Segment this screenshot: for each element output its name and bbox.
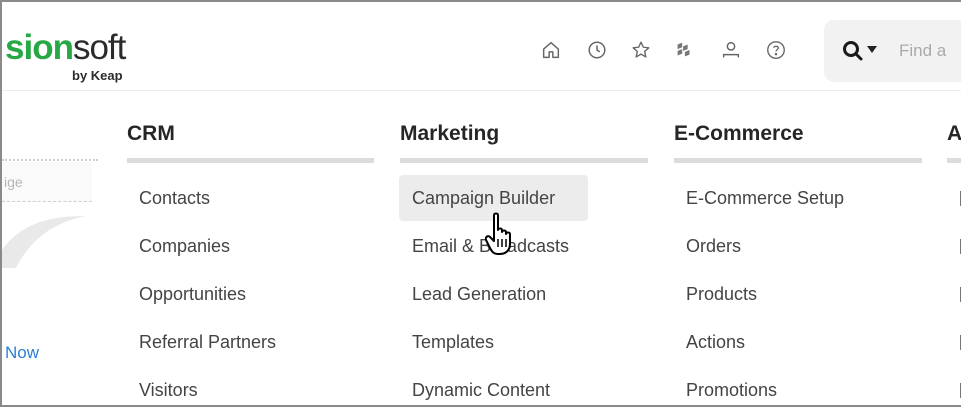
left-input-field[interactable] [2, 162, 92, 202]
search-box[interactable] [824, 20, 961, 82]
top-header: sionsoft by Keap [2, 2, 961, 91]
search-scope-dropdown[interactable] [867, 46, 877, 53]
menu-item-lead-generation[interactable]: Lead Generation [400, 271, 558, 317]
menu-item-orders[interactable]: Orders [674, 223, 753, 269]
menu-item-opportunities[interactable]: Opportunities [127, 271, 258, 317]
puzzle-icon[interactable] [672, 38, 696, 62]
star-icon[interactable] [629, 38, 653, 62]
menu-item-referral-partners[interactable]: Referral Partners [127, 319, 288, 365]
logo-subtitle: by Keap [72, 68, 123, 83]
menu-item-templates[interactable]: Templates [400, 319, 506, 365]
menu-item-promotions[interactable]: Promotions [674, 367, 789, 405]
decorative-swoosh [2, 216, 86, 268]
help-icon[interactable] [764, 38, 788, 62]
logo-text-green: sion [5, 28, 74, 67]
home-icon[interactable] [539, 38, 563, 62]
column-divider [127, 158, 374, 163]
person-icon[interactable] [719, 38, 743, 62]
menu-item-companies[interactable]: Companies [127, 223, 242, 269]
app-frame: sionsoft by Keap Find a ige Now CRM Cont… [0, 0, 961, 407]
column-heading: A [947, 122, 961, 145]
search-input[interactable] [899, 40, 961, 62]
column-divider [947, 158, 961, 163]
menu-item-dynamic-content[interactable]: Dynamic Content [400, 367, 562, 405]
menu-item-products[interactable]: Products [674, 271, 769, 317]
logo[interactable]: sionsoft [5, 28, 126, 67]
menu-item-visitors[interactable]: Visitors [127, 367, 210, 405]
left-partial-column: Now [2, 90, 102, 405]
column-divider [400, 158, 648, 163]
column-heading: E-Commerce [674, 122, 804, 145]
clock-icon[interactable] [585, 38, 609, 62]
logo-text-dark: soft [72, 28, 126, 67]
menu-item-ecommerce-setup[interactable]: E-Commerce Setup [674, 175, 856, 221]
column-heading: Marketing [400, 122, 500, 145]
left-link[interactable]: Now [5, 343, 39, 363]
menu-item-campaign-builder[interactable]: Campaign Builder [399, 175, 588, 221]
column-divider [674, 158, 922, 163]
menu-item-contacts[interactable]: Contacts [127, 175, 222, 221]
column-heading: CRM [127, 122, 175, 145]
menu-item-email-broadcasts[interactable]: Email & Broadcasts [400, 223, 581, 269]
menu-item-actions[interactable]: Actions [674, 319, 757, 365]
search-icon[interactable] [841, 39, 867, 63]
divider [2, 159, 98, 161]
